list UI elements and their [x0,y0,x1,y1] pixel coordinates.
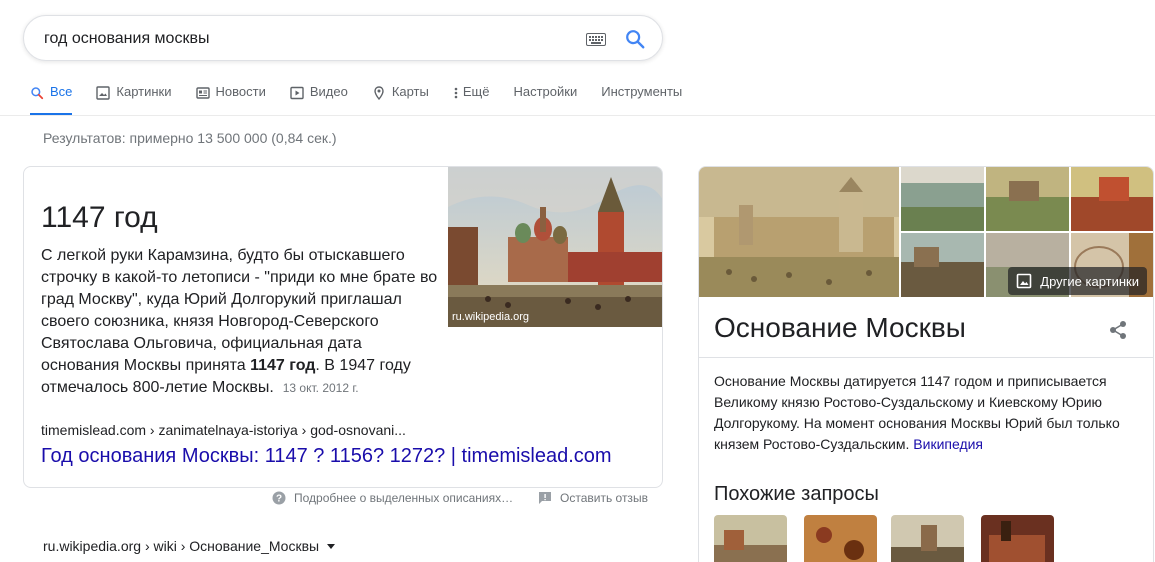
tab-label: Настройки [513,84,578,99]
related-thumb[interactable] [891,515,964,562]
news-icon [195,87,210,99]
result-cite: ru.wikipedia.org › wiki › Основание_Моск… [43,538,336,554]
related-thumb-image [804,515,877,562]
related-searches-title: Похожие запросы [714,483,879,505]
related-thumb[interactable] [804,515,877,562]
related-thumb[interactable] [714,515,787,562]
tab-all[interactable]: Все [30,84,73,116]
search-icon[interactable] [624,28,646,50]
tab-more[interactable]: Ещё [453,84,490,116]
image-icon [1016,273,1032,289]
video-icon [290,86,304,100]
search-input[interactable]: год основания москвы [44,30,209,48]
tab-news[interactable]: Новости [195,84,266,116]
tab-images[interactable]: Картинки [96,84,172,116]
snippet-answer: 1147 год [41,201,158,234]
image-icon [96,86,111,100]
more-images-label: Другие картинки [1040,273,1139,289]
svg-text:?: ? [276,494,282,505]
tab-label: Инструменты [601,84,683,99]
kp-description: Основание Москвы датируется 1147 годом и… [714,371,1134,455]
tabs-divider [0,115,1155,116]
related-thumb-image [714,515,787,562]
feedback-icon [539,492,551,504]
related-thumb-image [981,515,1054,562]
tab-tools[interactable]: Инструменты [601,84,682,116]
about-snippets-link[interactable]: ? Подробнее о выделенных описаниях… [272,491,513,505]
snippet-text-before: С легкой руки Карамзина, будто бы отыска… [41,247,438,374]
snippet-date: 13 окт. 2012 г. [282,381,359,395]
tab-label: Ещё [462,84,490,99]
snippet-cite: timemislead.com › zanimatelnaya-istoriya… [41,422,406,438]
feedback-label: Оставить отзыв [560,491,648,505]
snippet-text: С легкой руки Карамзина, будто бы отыска… [41,245,441,399]
related-thumb[interactable] [981,515,1054,562]
help-icon: ? [272,491,286,505]
more-vert-icon [454,87,458,99]
image-caption: ru.wikipedia.org [452,311,530,323]
results-stats: Результатов: примерно 13 500 000 (0,84 с… [43,130,337,146]
snippet-text-bold: 1147 год [250,357,316,374]
keyboard-icon[interactable] [586,33,606,46]
tab-label: Видео [309,84,348,99]
search-icon [31,87,44,100]
tab-settings[interactable]: Настройки [513,84,577,116]
map-pin-icon [374,86,384,100]
red-square-painting [448,167,662,327]
tab-maps[interactable]: Карты [372,84,429,116]
more-images-button[interactable]: Другие картинки [1008,267,1147,295]
caret-down-icon[interactable] [327,543,336,549]
kp-title: Основание Москвы [714,312,966,343]
feedback-link[interactable]: Оставить отзыв [538,491,648,505]
about-snippets-label: Подробнее о выделенных описаниях… [294,491,514,505]
search-box[interactable]: год основания москвы [23,15,663,61]
kp-divider [699,357,1153,358]
wikipedia-link[interactable]: Википедия [913,436,983,452]
snippet-image[interactable]: ru.wikipedia.org [448,167,662,327]
featured-snippet: 1147 год С легкой руки Карамзина, будто … [23,166,663,488]
tab-label: Карты [391,84,429,99]
tab-label: Картинки [116,84,172,99]
tab-label: Все [50,84,73,99]
result-cite-text: ru.wikipedia.org › wiki › Основание_Моск… [43,538,320,554]
tab-label: Новости [215,84,266,99]
knowledge-panel: Другие картинки Основание Москвы Основан… [698,166,1154,562]
related-thumb-image [891,515,964,562]
search-tabs: Все Картинки Новости Видео Карты Ещё Нас… [30,84,706,116]
share-icon[interactable] [1107,319,1129,341]
snippet-link[interactable]: Год основания Москвы: 1147 ? 1156? 1272?… [41,445,612,468]
tab-video[interactable]: Видео [290,84,348,116]
